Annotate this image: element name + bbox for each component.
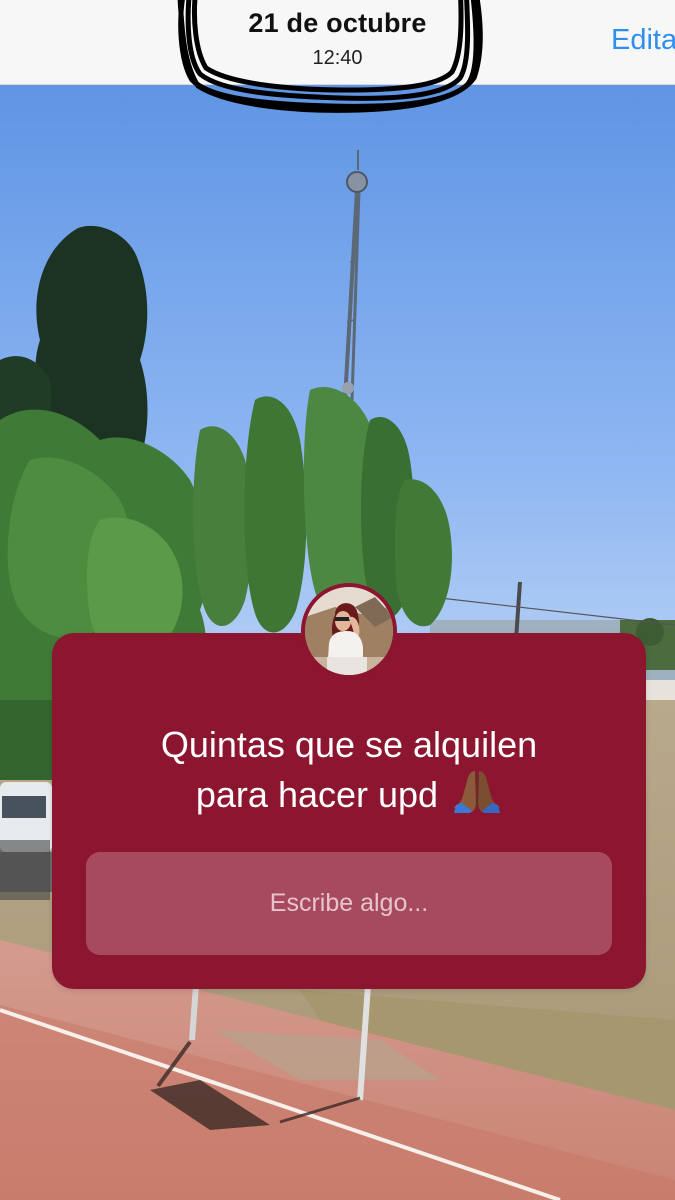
top-bar: 21 de octubre 12:40 Edita	[0, 0, 675, 85]
avatar	[301, 583, 397, 679]
question-line-1: Quintas que se alquilen	[160, 724, 538, 765]
avatar-photo	[305, 587, 393, 675]
story-screen: 21 de octubre 12:40 Edita Quintas que se…	[0, 0, 675, 1200]
edit-button[interactable]: Edita	[611, 24, 675, 57]
story-time: 12:40	[312, 47, 363, 69]
story-date: 21 de octubre	[248, 8, 427, 38]
folded-hands-icon	[454, 771, 501, 813]
answer-input[interactable]: Escribe algo...	[86, 852, 612, 955]
question-line-2: para hacer upd	[195, 774, 439, 815]
question-sticker[interactable]: Quintas que se alquilen para hacer upd E…	[52, 633, 646, 989]
question-text: Quintas que se alquilen para hacer upd	[52, 721, 646, 819]
